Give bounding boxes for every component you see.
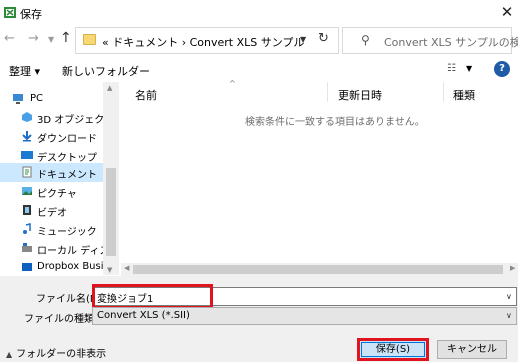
- hide-folders-toggle[interactable]: ▲ フォルダーの非表示: [6, 345, 106, 360]
- sidebar-item-dropbox[interactable]: Dropbox Busine: [0, 258, 116, 276]
- sidebar-item-3d-objects[interactable]: 3D オブジェクト: [0, 108, 114, 127]
- empty-result-message: 検索条件に一致する項目はありません。: [245, 117, 425, 128]
- app-icon: [4, 7, 16, 18]
- 3d-objects-icon: [22, 112, 32, 122]
- file-list: ^ 名前 更新日時 種類 検索条件に一致する項目はありません。: [121, 79, 518, 276]
- window-title: 保存: [20, 8, 42, 21]
- view-options-icon[interactable]: ☷: [447, 63, 456, 74]
- search-box[interactable]: ⚲ Convert XLS サンプルの検索: [342, 27, 518, 54]
- command-bar: 整理 ▾ 新しいフォルダー ☷ ▼ ?: [0, 58, 518, 82]
- sidebar-item-label: ビデオ: [37, 208, 67, 219]
- desktop-icon: [21, 151, 33, 159]
- sidebar-item-label: ピクチャ: [37, 189, 77, 200]
- filename-highlight-box: [92, 284, 213, 309]
- caret-up-icon: ▲: [6, 350, 13, 359]
- back-arrow-icon[interactable]: ←: [4, 31, 15, 46]
- download-icon: [22, 131, 32, 142]
- save-button-label: 保存(S): [361, 342, 425, 357]
- recent-locations-chevron-icon[interactable]: ▼: [48, 35, 54, 44]
- navigation-pane: PC 3D オブジェクト ダウンロード デスクトップ ドキュメント ピクチャ ビ…: [0, 82, 119, 276]
- folder-icon: [83, 34, 96, 45]
- column-header-name[interactable]: 名前: [135, 87, 157, 103]
- sidebar-item-music[interactable]: ミュージック: [0, 220, 103, 239]
- scroll-down-icon[interactable]: ▼: [107, 266, 112, 274]
- sidebar-item-local-disk[interactable]: ローカル ディスク (C: [0, 239, 119, 258]
- address-path[interactable]: « ドキュメント › Convert XLS サンプル: [102, 34, 304, 50]
- sidebar-item-label: ミュージック: [37, 227, 97, 238]
- new-folder-button[interactable]: 新しいフォルダー: [62, 63, 150, 79]
- column-header-date[interactable]: 更新日時: [338, 87, 382, 103]
- pc-icon: [13, 94, 23, 104]
- scroll-left-icon[interactable]: ◀: [124, 264, 129, 272]
- hide-folders-label: フォルダーの非表示: [16, 349, 107, 360]
- filename-dropdown-chevron-icon[interactable]: ∨: [506, 292, 512, 301]
- video-icon: [23, 205, 31, 215]
- filetype-dropdown-chevron-icon[interactable]: ∨: [506, 311, 512, 320]
- filetype-value: Convert XLS (*.SII): [97, 310, 190, 321]
- scroll-right-icon[interactable]: ▶: [510, 264, 515, 272]
- sidebar-scroll-thumb[interactable]: [106, 168, 116, 256]
- column-divider[interactable]: [327, 82, 328, 102]
- close-icon[interactable]: ✕: [496, 0, 518, 26]
- pictures-icon: [22, 187, 32, 195]
- dropbox-icon: [22, 263, 32, 271]
- title-bar: 保存 ✕: [0, 0, 518, 27]
- up-arrow-icon[interactable]: ↑: [60, 30, 72, 46]
- sidebar-item-pc[interactable]: PC: [0, 90, 103, 109]
- cancel-button[interactable]: キャンセル: [437, 340, 507, 359]
- horizontal-scroll-thumb[interactable]: [133, 265, 503, 274]
- save-button[interactable]: 保存(S): [357, 338, 429, 361]
- organize-button[interactable]: 整理 ▾: [9, 63, 40, 79]
- sidebar-item-pictures[interactable]: ピクチャ: [0, 182, 103, 201]
- sidebar-item-videos[interactable]: ビデオ: [0, 201, 103, 220]
- documents-icon: [22, 166, 32, 178]
- save-dialog: 保存 ✕ ← → ▼ ↑ « ドキュメント › Convert XLS サンプル…: [0, 0, 518, 362]
- forward-arrow-icon[interactable]: →: [28, 31, 39, 46]
- sidebar-item-label: ダウンロード: [37, 134, 97, 145]
- search-icon: ⚲: [361, 33, 370, 47]
- refresh-icon[interactable]: ↻: [318, 31, 329, 46]
- address-dropdown-chevron-icon[interactable]: ▼: [300, 35, 306, 44]
- sort-ascending-icon: ^: [229, 79, 236, 88]
- column-header-type[interactable]: 種類: [453, 87, 475, 103]
- sidebar-item-downloads[interactable]: ダウンロード: [0, 127, 103, 146]
- sidebar-item-label: PC: [30, 93, 44, 104]
- filetype-select[interactable]: Convert XLS (*.SII): [92, 307, 517, 325]
- help-icon[interactable]: ?: [494, 61, 510, 77]
- search-placeholder: Convert XLS サンプルの検索: [384, 36, 518, 49]
- disk-icon: [22, 243, 32, 252]
- sidebar-item-documents[interactable]: ドキュメント: [0, 163, 103, 182]
- scroll-up-icon[interactable]: ▲: [107, 84, 112, 92]
- sidebar-item-label: ドキュメント: [37, 170, 97, 181]
- column-divider[interactable]: [443, 82, 444, 102]
- view-dropdown-chevron-icon[interactable]: ▼: [466, 64, 472, 73]
- sidebar-item-label: デスクトップ: [37, 153, 97, 164]
- music-icon: [23, 223, 31, 234]
